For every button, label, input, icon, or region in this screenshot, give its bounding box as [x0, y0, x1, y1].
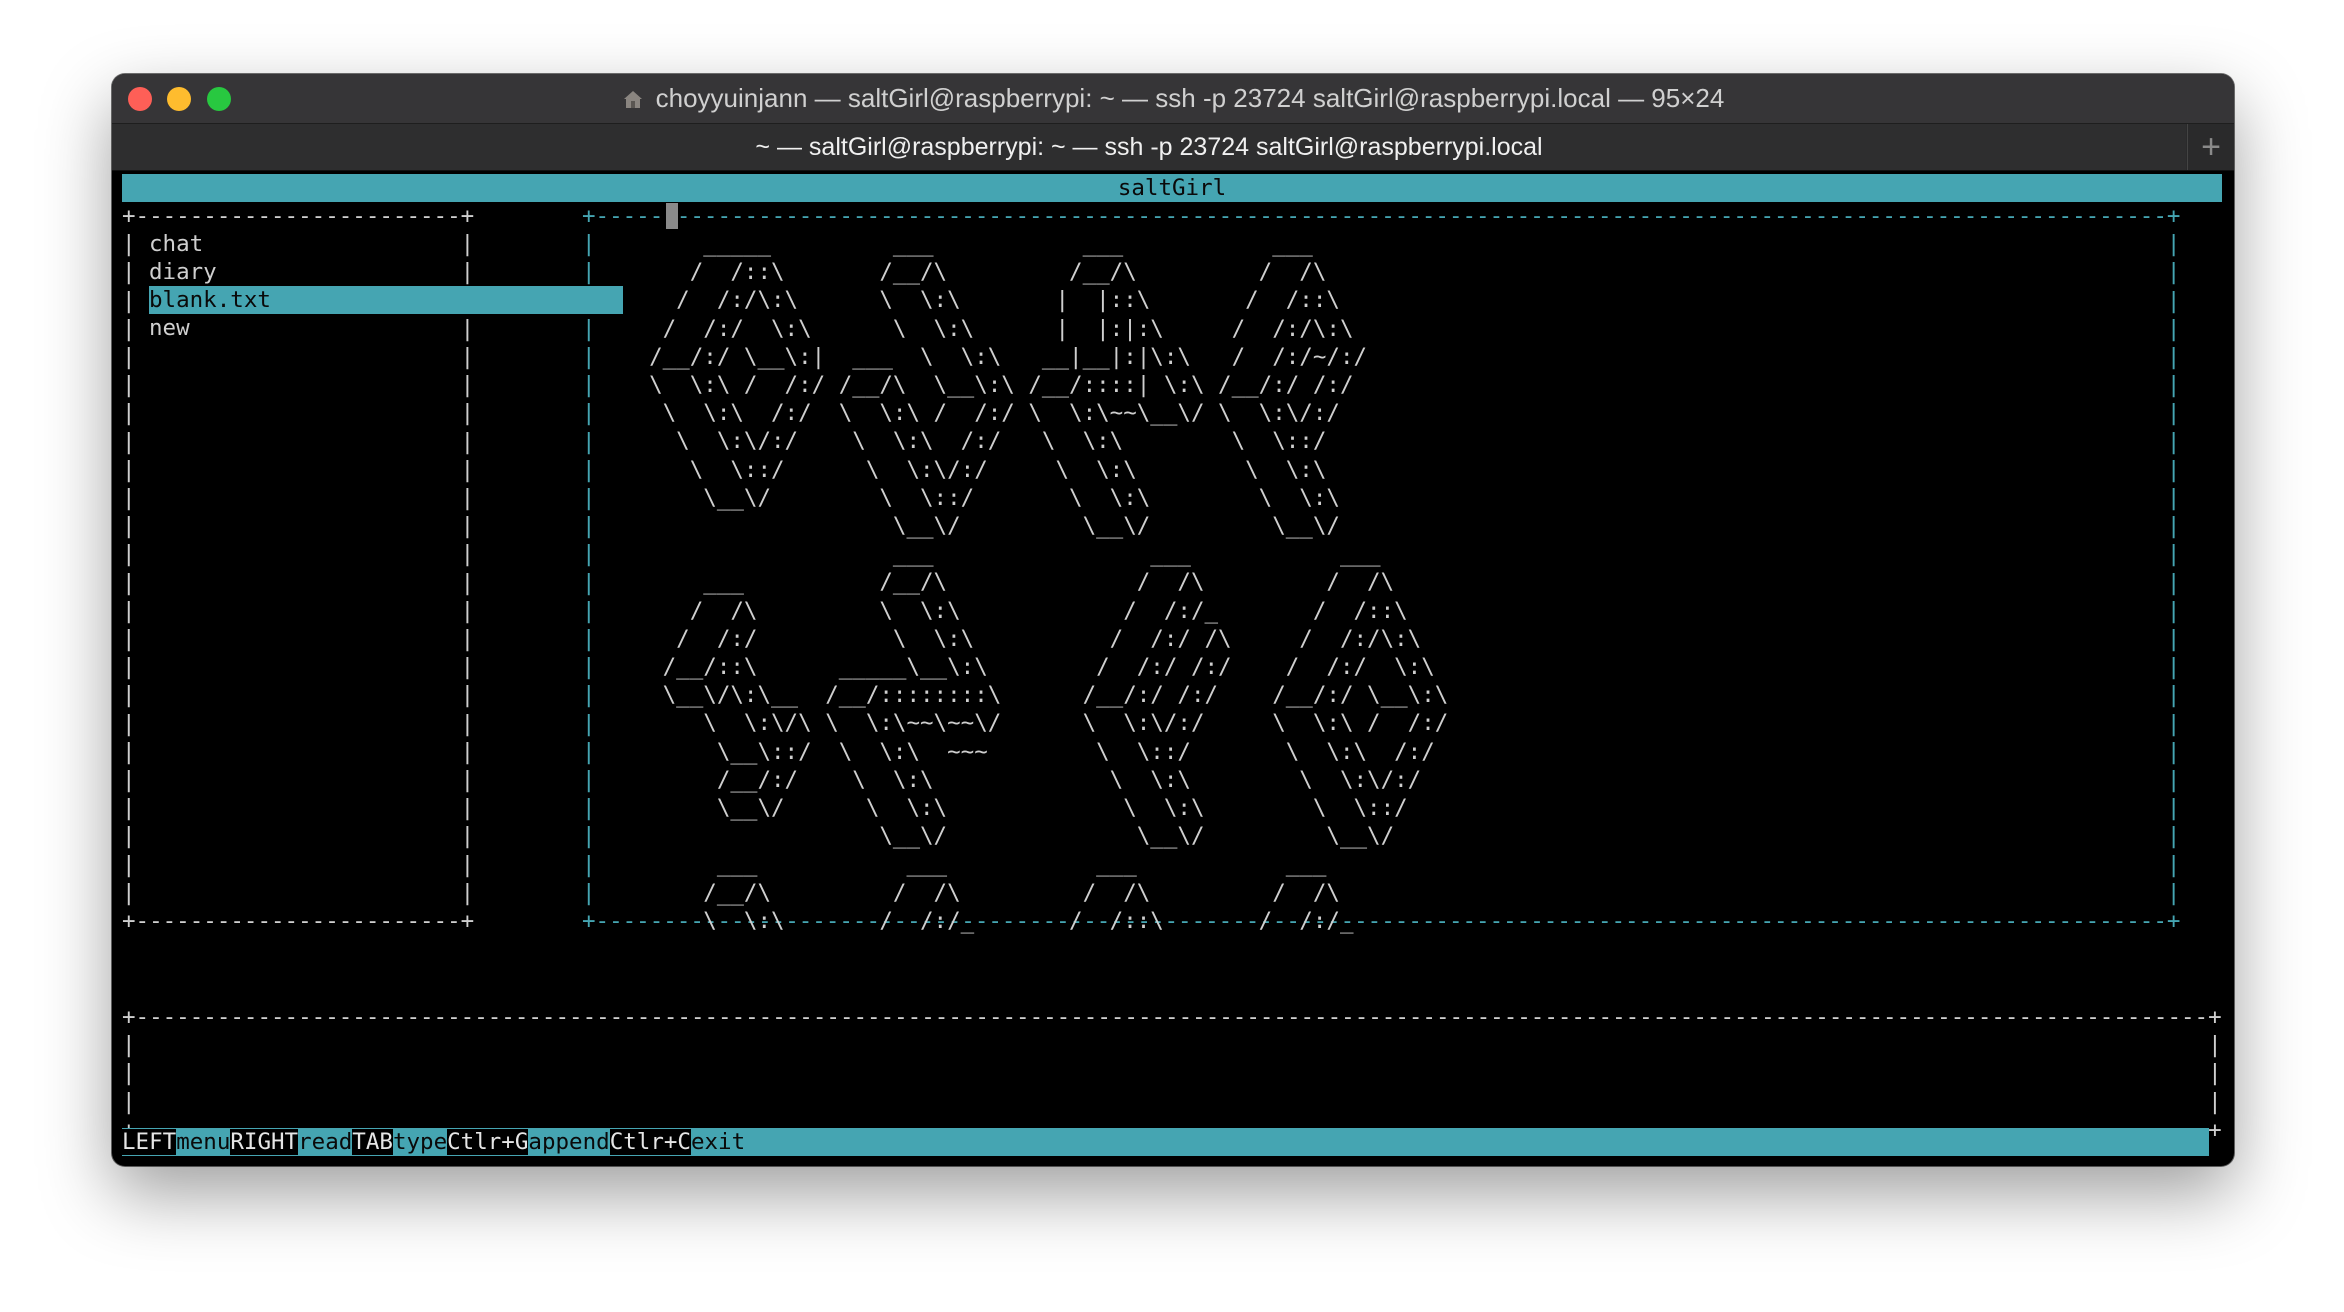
status-key: LEFT: [122, 1129, 177, 1155]
status-bar: LEFTmenuRIGHTreadTABtypeCtlr+GappendCtlr…: [122, 1128, 2209, 1156]
ascii-art-content: _____ ___ ___ ___ / /::\ /__/\ /__/\ / /…: [649, 231, 1449, 934]
status-key: TAB: [352, 1129, 393, 1155]
terminal-content[interactable]: saltGirl +------------------------+ | | …: [122, 171, 2226, 1161]
status-action: menu: [176, 1129, 231, 1155]
window-titlebar[interactable]: choyyuinjann — saltGirl@raspberrypi: ~ —…: [112, 74, 2234, 124]
input-panel-border[interactable]: +---------------------------------------…: [122, 1003, 2222, 1144]
status-key: Ctlr+G: [447, 1129, 529, 1155]
status-action: exit: [690, 1129, 746, 1155]
content-scrollbar-thumb[interactable]: [666, 203, 678, 229]
status-action: read: [298, 1129, 353, 1155]
status-action: append: [528, 1129, 610, 1155]
new-tab-button[interactable]: +: [2187, 124, 2234, 170]
menu-item-new[interactable]: new: [149, 314, 623, 342]
plus-icon: +: [2201, 127, 2221, 166]
tab-label: ~ — saltGirl@raspberrypi: ~ — ssh -p 237…: [755, 132, 1543, 161]
menu-item-chat[interactable]: chat: [149, 230, 623, 258]
tab-ssh-session[interactable]: ~ — saltGirl@raspberrypi: ~ — ssh -p 237…: [112, 124, 2186, 170]
tab-bar: ~ — saltGirl@raspberrypi: ~ — ssh -p 237…: [112, 124, 2234, 171]
home-folder-icon: [623, 90, 642, 108]
window-title: choyyuinjann — saltGirl@raspberrypi: ~ —…: [655, 83, 1725, 113]
menu-item-diary[interactable]: diary: [149, 258, 623, 286]
window-title-wrap: choyyuinjann — saltGirl@raspberrypi: ~ —…: [112, 74, 2234, 123]
status-key: Ctlr+C: [609, 1129, 691, 1155]
status-key: RIGHT: [230, 1129, 299, 1155]
app-header: saltGirl: [122, 174, 2222, 202]
terminal-window: choyyuinjann — saltGirl@raspberrypi: ~ —…: [112, 74, 2234, 1166]
menu-item-blank-txt[interactable]: blank.txt: [149, 286, 623, 314]
status-action: type: [392, 1129, 448, 1155]
